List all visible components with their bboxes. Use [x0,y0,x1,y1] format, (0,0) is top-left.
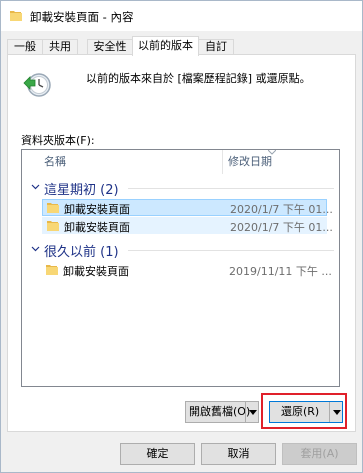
open-button-label: 開啟舊檔(O) [189,405,251,418]
folder-icon [47,203,59,213]
item-name: 卸載安裝頁面 [64,221,130,234]
item-name: 卸載安裝頁面 [63,265,129,278]
item-date: 2020/1/7 下午 01... [230,203,333,216]
group-title: 這星期初 (2) [44,183,119,198]
apply-button[interactable]: 套用(A) [282,443,357,465]
folder-icon [10,11,22,21]
properties-dialog: 卸載安裝頁面 - 內容 一般 共用 安全性 以前的版本 自訂 以前的版本來自於 … [0,0,363,473]
group-title: 很久以前 (1) [44,245,119,260]
open-dropdown-arrow[interactable] [245,402,259,422]
tab-security[interactable]: 安全性 [87,39,133,55]
folder-icon [46,265,58,275]
folder-versions-label: 資料夾版本(F): [21,134,95,147]
group-divider [128,250,334,251]
list-item[interactable]: 卸載安裝頁面 2020/1/7 下午 01... [42,217,333,234]
column-header-date[interactable]: 修改日期 [228,150,272,174]
group-header-long-ago[interactable]: 很久以前 (1) [22,239,339,260]
list-item[interactable]: 卸載安裝頁面 2020/1/7 下午 01... [42,199,333,216]
column-separator [222,150,223,174]
previous-versions-description: 以前的版本來自於 [檔案歷程記錄] 或還原點。 [86,72,311,85]
triangle-down-icon [249,410,257,415]
chevron-down-icon [31,184,40,190]
restore-clock-icon [23,73,51,97]
item-date: 2020/1/7 下午 01... [230,221,333,234]
chevron-down-icon [31,246,40,252]
tab-general[interactable]: 一般 [7,39,43,55]
list-item[interactable]: 卸載安裝頁面 2019/11/11 下午 ... [42,262,332,279]
group-header-this-week[interactable]: 這星期初 (2) [22,177,339,198]
column-header-name[interactable]: 名稱 [44,150,66,174]
cancel-button[interactable]: 取消 [201,443,276,465]
folder-icon [47,221,59,231]
restore-highlight-frame [261,393,347,429]
tab-strip: 一般 共用 安全性 以前的版本 自訂 [1,31,362,56]
tab-panel: 以前的版本來自於 [檔案歷程記錄] 或還原點。 資料夾版本(F): 名稱 修改日… [7,54,356,432]
group-divider [128,188,334,189]
open-split-button[interactable]: 開啟舊檔(O) [185,401,259,423]
window-title: 卸載安裝頁面 - 內容 [30,10,134,24]
item-name: 卸載安裝頁面 [64,203,130,216]
item-date: 2019/11/11 下午 ... [229,265,332,278]
tab-sharing[interactable]: 共用 [42,39,78,55]
ok-button[interactable]: 確定 [120,443,195,465]
versions-list[interactable]: 名稱 修改日期 這星期初 (2) 卸載安裝頁面 2020/1/7 下午 01..… [21,149,340,387]
tab-customize[interactable]: 自訂 [198,39,234,55]
tab-previous-versions[interactable]: 以前的版本 [132,36,199,56]
title-bar: 卸載安裝頁面 - 內容 [1,1,362,31]
